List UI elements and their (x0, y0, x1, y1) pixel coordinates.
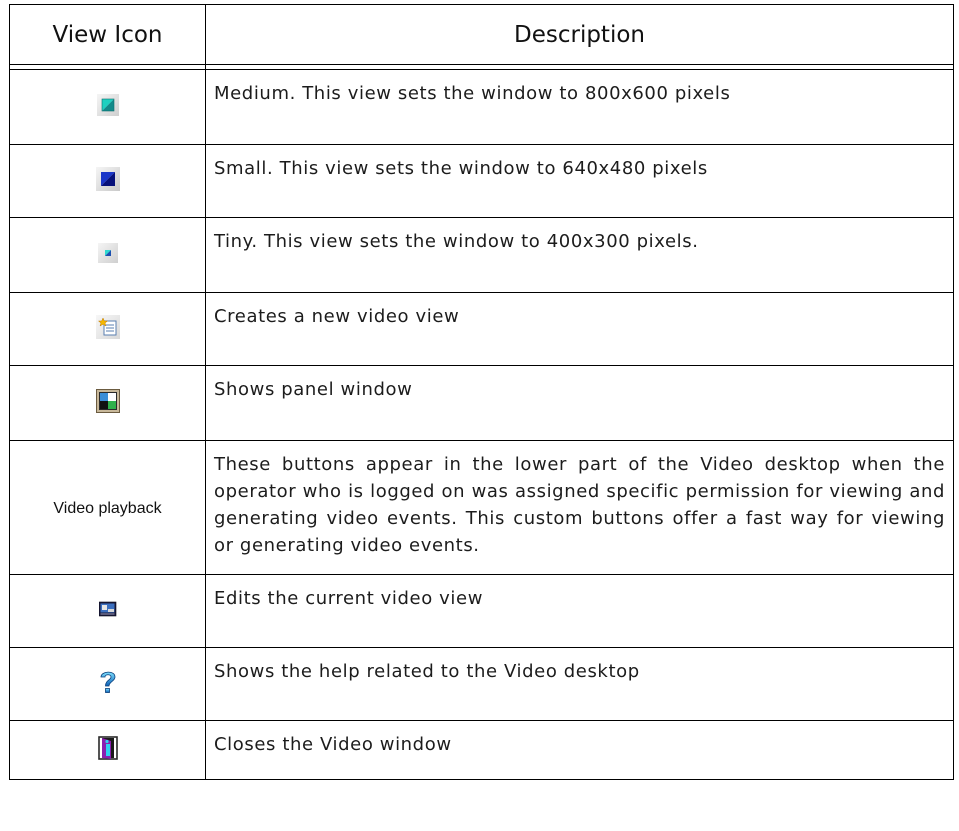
icon-cell (9, 574, 206, 648)
edit-video-view-icon[interactable] (98, 601, 117, 621)
description-cell: Small. This view sets the window to 640x… (205, 144, 954, 218)
medium-view-icon[interactable] (96, 94, 119, 120)
description-cell: Medium. This view sets the window to 800… (205, 69, 954, 145)
video-playback-label: Video playback (53, 499, 162, 517)
icon-cell (9, 720, 206, 780)
description-cell: Tiny. This view sets the window to 400x3… (205, 217, 954, 293)
icon-cell (9, 217, 206, 293)
table-row: Small. This view sets the window to 640x… (9, 144, 954, 218)
description-cell: Edits the current video view (205, 574, 954, 648)
icon-cell (9, 144, 206, 218)
table-row: Medium. This view sets the window to 800… (9, 69, 954, 145)
table-header-row: View Icon Description (9, 4, 954, 65)
table-row: Shows panel window (9, 365, 954, 441)
icon-cell (9, 365, 206, 441)
icon-cell (9, 292, 206, 366)
description-cell: Closes the Video window (205, 720, 954, 780)
icon-cell (9, 647, 206, 721)
new-video-view-icon[interactable] (95, 315, 120, 343)
table-row: Closes the Video window (9, 720, 954, 780)
small-view-icon[interactable] (95, 167, 120, 195)
description-cell: Shows panel window (205, 365, 954, 441)
table-row: Creates a new video view (9, 292, 954, 366)
panel-window-icon[interactable] (95, 389, 120, 417)
header-description: Description (205, 4, 954, 65)
table-row: Edits the current video view (9, 574, 954, 648)
view-icon-table: View Icon Description Medium. This view … (9, 4, 954, 780)
close-video-window-icon[interactable] (97, 735, 119, 765)
description-cell: Creates a new video view (205, 292, 954, 366)
table-row: Shows the help related to the Video desk… (9, 647, 954, 721)
help-icon[interactable] (96, 668, 120, 700)
tiny-view-icon[interactable] (97, 243, 118, 267)
table-row: Video playback These buttons appear in t… (9, 440, 954, 575)
header-view-icon: View Icon (9, 4, 206, 65)
icon-cell (9, 69, 206, 145)
description-cell: These buttons appear in the lower part o… (205, 440, 954, 575)
description-cell: Shows the help related to the Video desk… (205, 647, 954, 721)
icon-cell: Video playback (9, 440, 206, 575)
table-row: Tiny. This view sets the window to 400x3… (9, 217, 954, 293)
